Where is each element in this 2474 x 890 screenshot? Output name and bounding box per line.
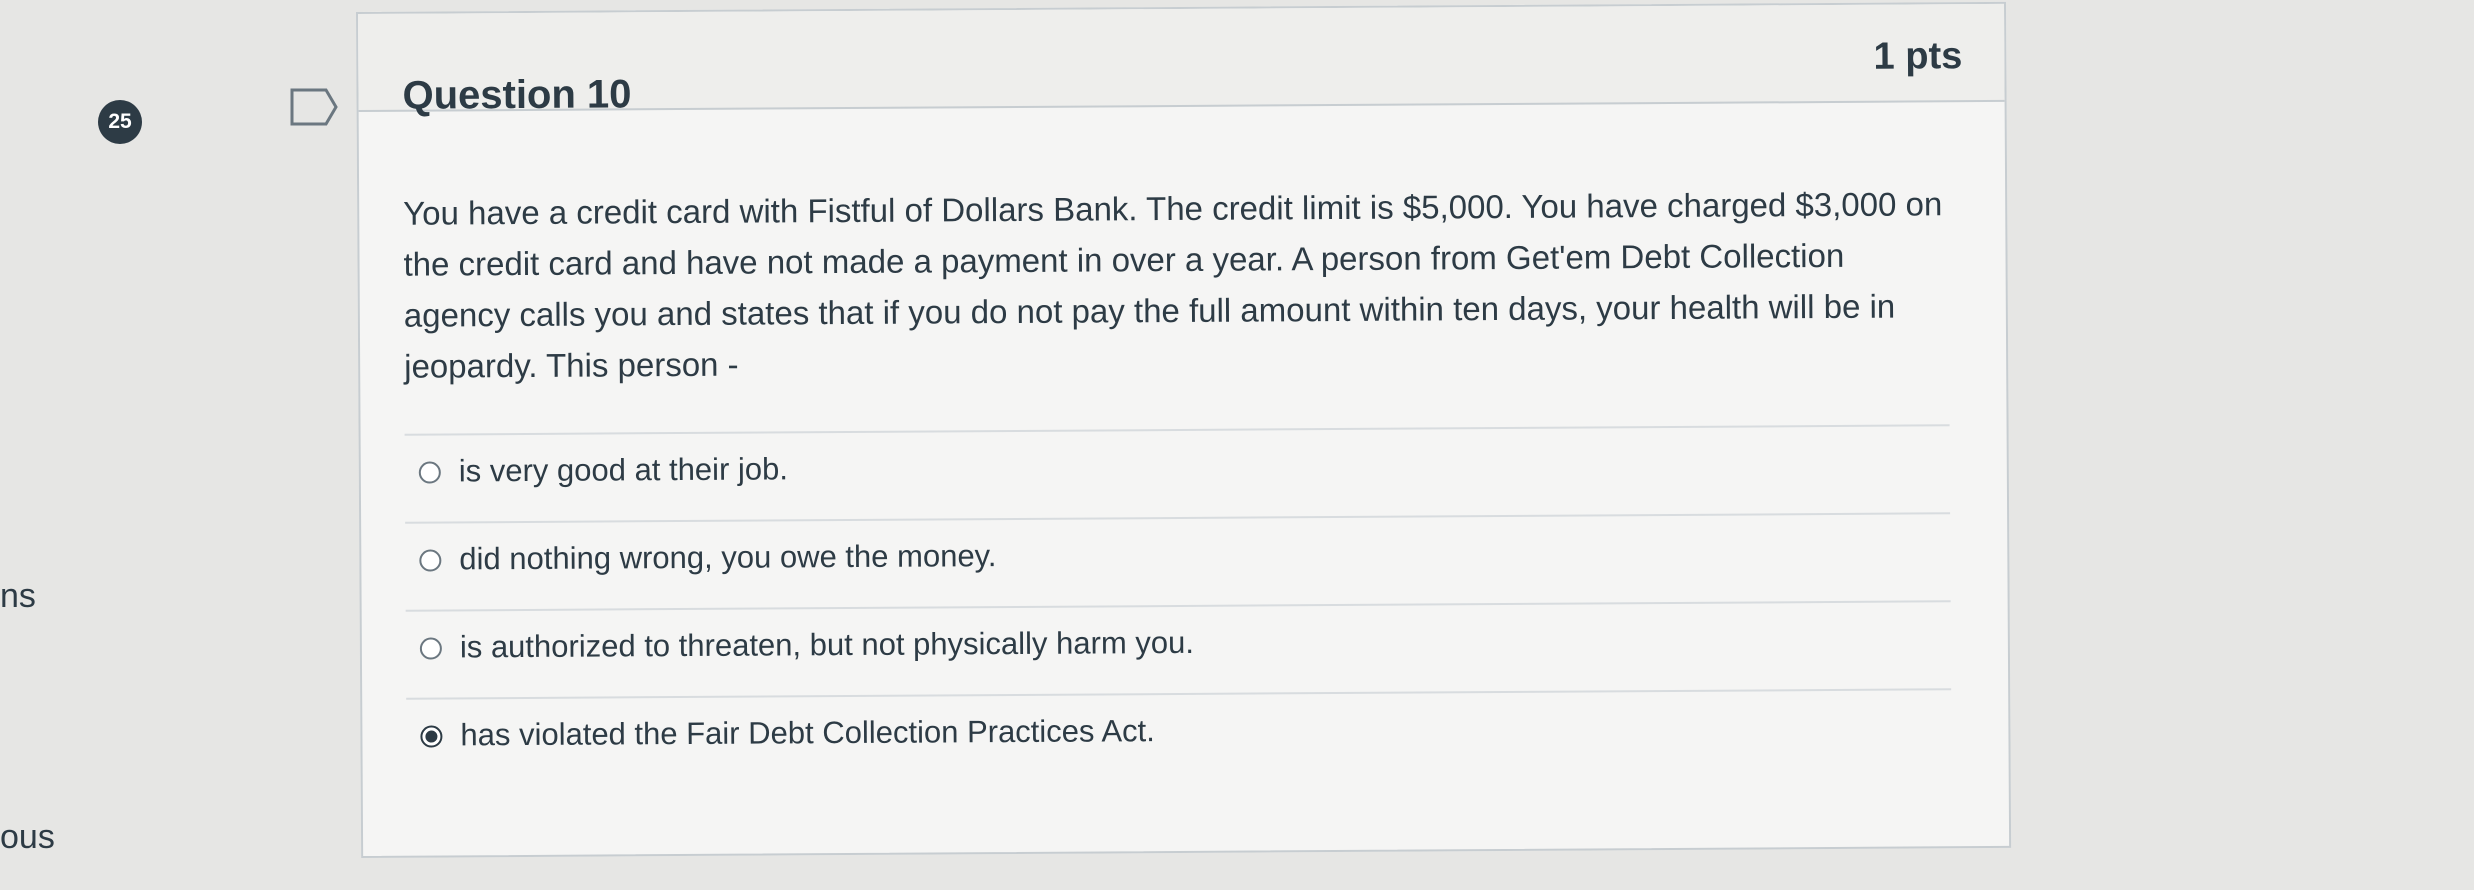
radio-button[interactable] (418, 461, 441, 484)
radio-button[interactable] (420, 725, 443, 748)
answer-option[interactable]: has violated the Fair Debt Collection Pr… (406, 688, 1952, 786)
answer-label: is very good at their job. (458, 451, 789, 489)
answer-label: is authorized to threaten, but not physi… (459, 624, 1195, 665)
answer-option[interactable]: is very good at their job. (404, 424, 1951, 522)
question-points: 1 pts (1873, 35, 1963, 78)
answer-option[interactable]: is authorized to threaten, but not physi… (405, 600, 1952, 698)
question-count-badge[interactable]: 25 (98, 100, 142, 144)
radio-button[interactable] (419, 549, 442, 572)
answer-option[interactable]: did nothing wrong, you owe the money. (405, 512, 1951, 610)
question-card: Question 10 1 pts You have a credit card… (356, 1, 2012, 858)
radio-button[interactable] (419, 637, 442, 660)
answer-label: did nothing wrong, you owe the money. (459, 538, 997, 577)
answer-label: has violated the Fair Debt Collection Pr… (460, 713, 1155, 753)
flag-icon[interactable] (290, 88, 338, 126)
question-header: Question 10 1 pts (358, 3, 2005, 118)
question-title: Question 10 (402, 72, 632, 118)
answer-list: is very good at their job. did nothing w… (404, 424, 1952, 786)
sidebar-clipped-text: ns (0, 577, 36, 615)
sidebar-clipped-text: ous (0, 818, 55, 856)
question-text: You have a credit card with Fistful of D… (403, 185, 1943, 385)
